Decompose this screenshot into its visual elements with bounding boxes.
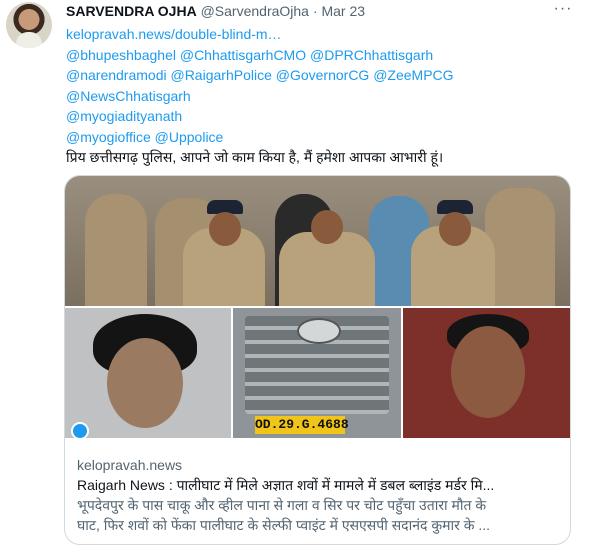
author-handle[interactable]: @SarvendraOjha: [201, 3, 309, 19]
card-description: भूपदेवपुर के पास चाकू और व्हील पाना से ग…: [77, 497, 487, 513]
truck-photo: OD.29.G.4688: [233, 308, 401, 438]
avatar[interactable]: [6, 2, 52, 48]
author-name[interactable]: SARVENDRA OJHA: [66, 3, 197, 19]
police-photo: [65, 176, 570, 306]
suspect-face: [107, 338, 183, 428]
suspect-photo-right: [403, 308, 570, 438]
tweet-header: SARVENDRA OJHA @SarvendraOjha · Mar 23: [66, 3, 365, 21]
suspect-photo-left: [65, 308, 231, 438]
tweet[interactable]: SARVENDRA OJHA @SarvendraOjha · Mar 23 ·…: [0, 0, 589, 551]
more-options-icon[interactable]: ···: [551, 0, 575, 20]
tweet-message: प्रिय छत्तीसगढ़ पुलिस, आपने जो काम किया …: [66, 149, 444, 165]
card-image[interactable]: OD.29.G.4688: [65, 176, 570, 438]
link-preview-card[interactable]: OD.29.G.4688 kelopravah.news Raigarh New…: [64, 175, 571, 545]
header-separator: ·: [312, 3, 318, 19]
tweet-date[interactable]: Mar 23: [321, 3, 365, 19]
mention-line[interactable]: @NewsChhatisgarh: [66, 86, 576, 107]
person-figure: [85, 194, 147, 306]
officer-face: [311, 210, 343, 244]
number-plate: OD.29.G.4688: [255, 416, 349, 434]
officer-face: [209, 212, 241, 246]
card-title: Raigarh News : पालीघाट में मिले अज्ञात श…: [77, 477, 495, 493]
suspect-face: [451, 326, 525, 418]
person-figure: [485, 188, 555, 306]
tweet-text: kelopravah.news/double-blind-m… @bhupesh…: [66, 24, 576, 168]
card-description: घाट, फिर शवों को फेंका पालीघाट के सेल्फी…: [77, 517, 490, 533]
info-icon[interactable]: [71, 422, 89, 438]
officer-face: [439, 212, 471, 246]
tweet-link[interactable]: kelopravah.news/double-blind-m…: [66, 24, 576, 45]
mention-line[interactable]: @myogiadityanath: [66, 106, 576, 127]
card-details[interactable]: kelopravah.news Raigarh News : पालीघाट म…: [77, 455, 561, 535]
mention-line[interactable]: @narendramodi @RaigarhPolice @GovernorCG…: [66, 65, 576, 86]
truck-emblem: [297, 318, 341, 344]
card-domain: kelopravah.news: [77, 457, 183, 473]
mention-line[interactable]: @myogioffice @Uppolice: [66, 127, 576, 148]
mention-line[interactable]: @bhupeshbaghel @ChhattisgarhCMO @DPRChha…: [66, 45, 576, 66]
